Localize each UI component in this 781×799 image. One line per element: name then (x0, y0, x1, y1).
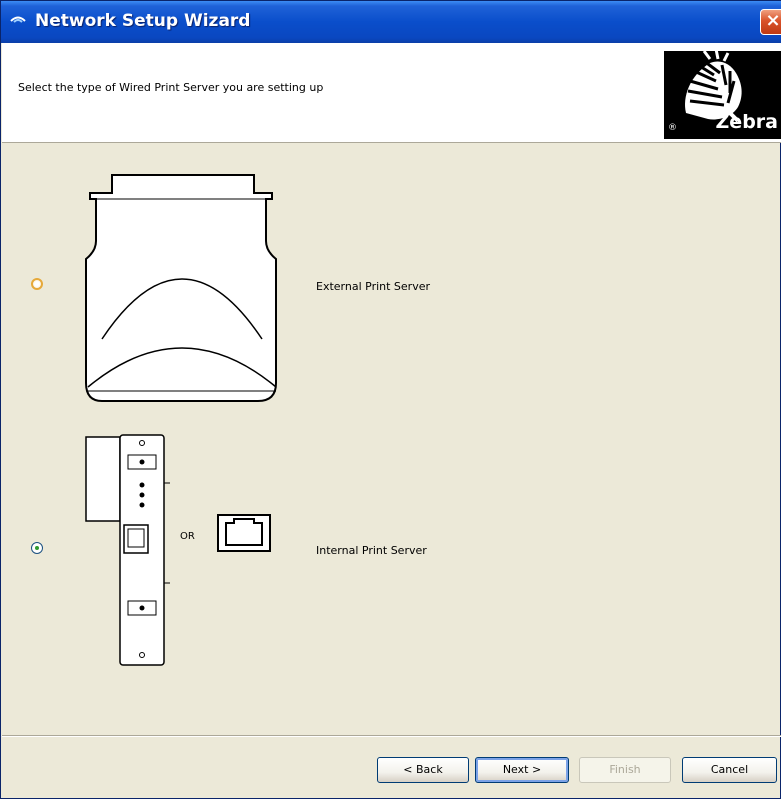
wizard-window: Network Setup Wizard × Select the type o… (0, 0, 781, 799)
close-icon: × (765, 10, 781, 31)
or-separator: OR (180, 531, 195, 542)
external-print-server-illustration[interactable] (82, 169, 282, 405)
internal-print-server-illustration[interactable] (84, 433, 174, 669)
close-button[interactable]: × (760, 9, 781, 35)
cancel-button[interactable]: Cancel (682, 757, 777, 783)
wizard-footer: < Back Next > Finish Cancel (2, 735, 781, 799)
logo-registered-mark: ® (668, 123, 677, 133)
next-button[interactable]: Next > (475, 757, 569, 783)
radio-selected-dot (35, 546, 39, 550)
wizard-content: External Print Server OR Internal Print … (2, 143, 781, 735)
network-wizard-icon (10, 16, 26, 23)
wizard-header: Select the type of Wired Print Server yo… (2, 43, 781, 143)
back-button[interactable]: < Back (377, 757, 469, 783)
external-print-server-label[interactable]: External Print Server (316, 280, 430, 293)
footer-divider (2, 736, 781, 737)
header-instruction: Select the type of Wired Print Server yo… (18, 81, 324, 94)
internal-print-server-label[interactable]: Internal Print Server (316, 544, 427, 557)
title-bar[interactable]: Network Setup Wizard × (1, 1, 781, 43)
finish-button: Finish (579, 757, 671, 783)
logo-name: Zebra (715, 111, 778, 133)
window-title: Network Setup Wizard (35, 11, 251, 31)
internal-print-server-radio[interactable] (31, 542, 43, 554)
zebra-logo: ® Zebra (664, 51, 781, 139)
ethernet-port-icon (217, 514, 271, 552)
external-print-server-radio[interactable] (31, 278, 43, 290)
